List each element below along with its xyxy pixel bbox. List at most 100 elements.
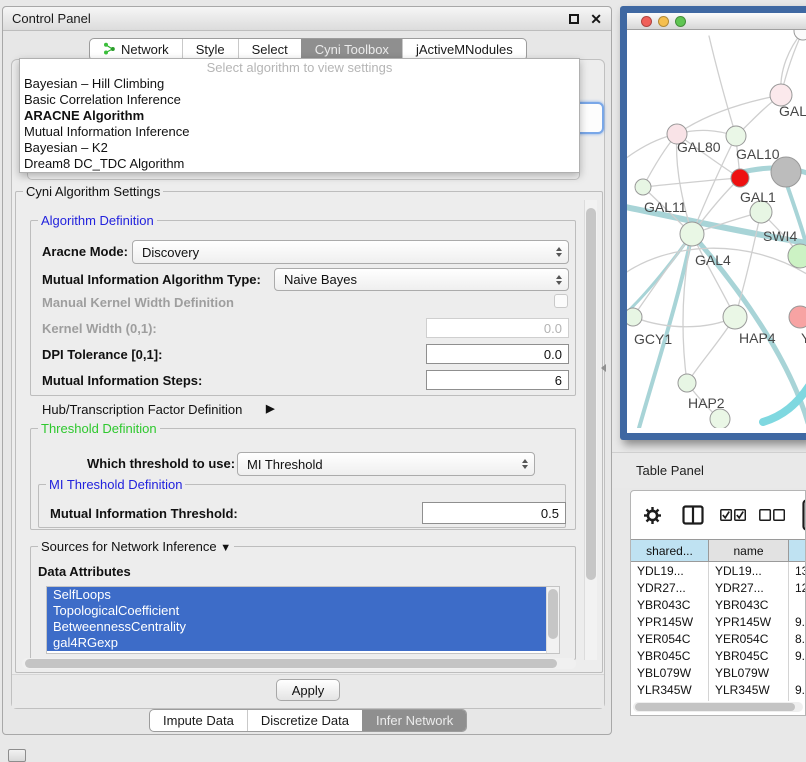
apply-button[interactable]: Apply <box>276 679 341 701</box>
network-node-node-top[interactable] <box>794 30 806 40</box>
table-cell: YPR145W <box>709 613 789 630</box>
attribute-item-topologicalcoefficient[interactable]: TopologicalCoefficient <box>47 603 546 619</box>
combo-arrows-icon <box>556 275 562 285</box>
hub-definition-label: Hub/Transcription Factor Definition <box>42 402 242 417</box>
table-row[interactable]: YDL19...YDL19...13 <box>631 562 805 579</box>
network-node-node-right-green[interactable] <box>788 244 806 268</box>
network-edge <box>763 386 806 422</box>
collapse-arrow-icon[interactable]: ▼ <box>220 542 231 554</box>
column-header-a[interactable]: A <box>789 540 806 561</box>
tab-cyni-toolbox[interactable]: Cyni Toolbox <box>301 39 402 60</box>
table-cell: YDR27... <box>631 579 709 596</box>
control-panel-titlebar[interactable]: Control Panel ✕ <box>3 7 611 31</box>
threshold-definition-title: Threshold Definition <box>38 421 160 436</box>
which-threshold-combo[interactable]: MI Threshold <box>237 452 535 476</box>
aracne-mode-label: Aracne Mode: <box>42 244 128 259</box>
dropdown-item-bayesian-k2[interactable]: Bayesian – K2 <box>20 140 579 156</box>
mi-type-combo[interactable]: Naive Bayes <box>274 268 569 291</box>
dpi-tolerance-field[interactable]: 0.0 <box>426 344 569 364</box>
tab-network[interactable]: Network <box>90 39 182 60</box>
close-traffic-light[interactable] <box>641 16 652 27</box>
network-node-hap2[interactable] <box>678 374 696 392</box>
kernel-width-field[interactable]: 0.0 <box>426 318 569 338</box>
algorithm-definition-title: Algorithm Definition <box>38 213 157 228</box>
column-header-shared[interactable]: shared... <box>631 540 709 561</box>
attribute-item-gal4rgexp[interactable]: gal4RGexp <box>47 635 546 651</box>
sources-title: Sources for Network Inference <box>41 539 217 554</box>
document-icon[interactable] <box>802 499 806 531</box>
manual-kernel-checkbox[interactable] <box>554 294 568 308</box>
network-edge <box>709 36 736 136</box>
dropdown-item-basic-correlation-inference[interactable]: Basic Correlation Inference <box>20 92 579 108</box>
data-attributes-list[interactable]: SelfLoopsTopologicalCoefficientBetweenne… <box>46 586 560 654</box>
table-panel-title: Table Panel <box>612 463 704 478</box>
table-cell <box>789 664 805 681</box>
node-label-hap2: HAP2 <box>688 395 725 411</box>
network-node-gal1[interactable] <box>731 169 749 187</box>
list-scrollbar-thumb[interactable] <box>548 589 558 639</box>
manual-kernel-label: Manual Kernel Width Definition <box>42 295 234 310</box>
dropdown-item-bayesian-hill-climbing[interactable]: Bayesian – Hill Climbing <box>20 76 579 92</box>
table-row[interactable]: YBL079WYBL079W <box>631 664 805 681</box>
tab-discretize-data[interactable]: Discretize Data <box>247 710 362 731</box>
table-hscrollbar-thumb[interactable] <box>635 703 795 711</box>
dropdown-item-mutual-information-inference[interactable]: Mutual Information Inference <box>20 124 579 140</box>
gear-icon[interactable] <box>643 506 662 525</box>
dropdown-item-aracne-algorithm[interactable]: ARACNE Algorithm <box>20 108 579 124</box>
tab-impute-data[interactable]: Impute Data <box>150 710 247 731</box>
mi-threshold-field[interactable]: 0.5 <box>422 502 566 524</box>
table-row[interactable]: YIL052CYIL052C9 <box>631 698 805 701</box>
table-hscrollbar[interactable] <box>633 702 803 712</box>
select-all-unchecked-icon[interactable] <box>759 509 785 522</box>
table-panel: shared...nameA YDL19...YDL19...13YDR27..… <box>630 490 806 716</box>
settings-hscrollbar-thumb[interactable] <box>25 659 557 668</box>
network-canvas[interactable]: GALGAL80GAL10GAL1GAL11SWI4GAL4GCY1HAP4YH… <box>627 30 806 433</box>
minimized-panel-icon[interactable] <box>8 749 26 762</box>
float-panel-icon[interactable] <box>569 14 579 24</box>
attribute-item-betweennesscentrality[interactable]: BetweennessCentrality <box>47 619 546 635</box>
list-scrollbar[interactable] <box>546 587 559 653</box>
tab-label: Style <box>196 42 225 57</box>
settings-hscrollbar[interactable] <box>22 658 576 669</box>
expand-arrow-icon[interactable]: ▶ <box>266 402 274 415</box>
settings-scrollbar-thumb[interactable] <box>586 208 596 580</box>
table-row[interactable]: YER054CYER054C8. <box>631 630 805 647</box>
zoom-traffic-light[interactable] <box>675 16 686 27</box>
column-header-name[interactable]: name <box>709 540 789 561</box>
node-label-gal4: GAL4 <box>695 252 731 268</box>
mi-steps-field[interactable]: 6 <box>426 370 569 390</box>
tab-infer-network[interactable]: Infer Network <box>362 710 466 731</box>
table-row[interactable]: YBR045CYBR045C9. <box>631 647 805 664</box>
close-icon[interactable]: ✕ <box>590 12 602 26</box>
tab-jactivemnodules[interactable]: jActiveMNodules <box>402 39 526 60</box>
dropdown-placeholder: Select algorithm to view settings <box>20 59 579 76</box>
network-node-gcy1[interactable] <box>627 308 642 326</box>
table-row[interactable]: YDR27...YDR27...12 <box>631 579 805 596</box>
table-cell: 9. <box>789 681 805 698</box>
minimize-traffic-light[interactable] <box>658 16 669 27</box>
table-row[interactable]: YPR145WYPR145W9. <box>631 613 805 630</box>
node-label-gal11: GAL11 <box>644 199 687 215</box>
kernel-width-label: Kernel Width (0,1): <box>42 321 157 336</box>
settings-scrollbar[interactable] <box>584 200 597 660</box>
select-all-checked-icon[interactable] <box>720 509 746 522</box>
tab-label: Infer Network <box>376 713 453 728</box>
dropdown-item-dream8-dc-tdc-algorithm[interactable]: Dream8 DC_TDC Algorithm <box>20 156 579 172</box>
network-node-hap4[interactable] <box>723 305 747 329</box>
network-window-titlebar[interactable] <box>627 13 806 30</box>
network-node-gal4[interactable] <box>680 222 704 246</box>
aracne-mode-combo[interactable]: Discovery <box>132 240 569 264</box>
splitter-collapse-arrow[interactable] <box>601 364 606 372</box>
split-view-icon[interactable] <box>682 504 704 526</box>
table-row[interactable]: YLR345WYLR345W9. <box>631 681 805 698</box>
network-node-node-bottom[interactable] <box>710 409 730 428</box>
attribute-item-selfloops[interactable]: SelfLoops <box>47 587 546 603</box>
table-cell: 13 <box>789 562 805 579</box>
network-node-gal10[interactable] <box>726 126 746 146</box>
tab-style[interactable]: Style <box>182 39 238 60</box>
table-cell <box>789 596 805 613</box>
table-row[interactable]: YBR043CYBR043C <box>631 596 805 613</box>
network-node-gal11[interactable] <box>635 179 651 195</box>
network-node-node-salmon[interactable] <box>789 306 806 328</box>
tab-select[interactable]: Select <box>238 39 301 60</box>
